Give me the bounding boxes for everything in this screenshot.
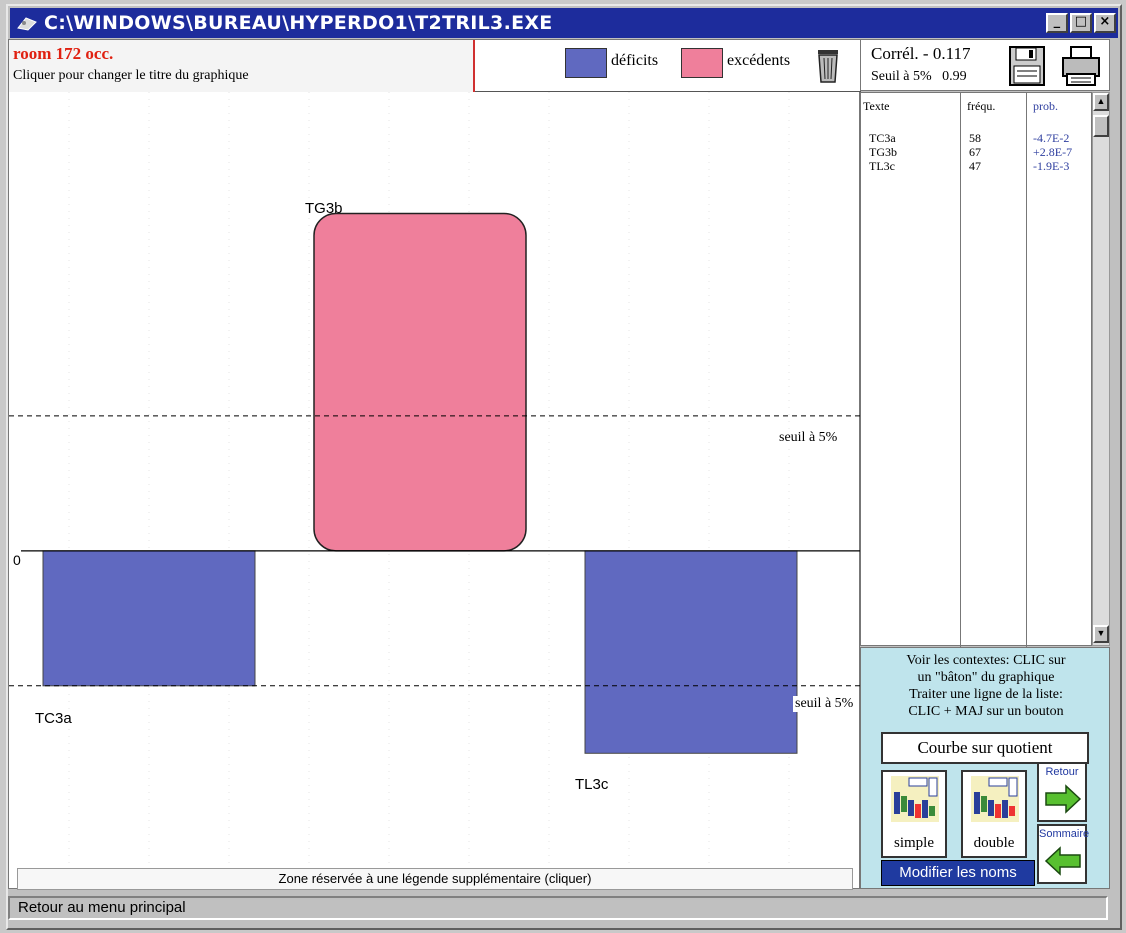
bar-chart[interactable] — [9, 92, 861, 868]
row-prob[interactable]: -1.9E-3 — [1033, 159, 1069, 174]
row-freq[interactable]: 58 — [969, 131, 981, 146]
chart-header: room 172 occ. Cliquer pour changer le ti… — [9, 40, 861, 92]
room-count: room 172 occ. — [13, 44, 114, 63]
legend-swatch-deficits — [565, 48, 607, 78]
title-bar: C:\WINDOWS\BUREAU\HYPERDO1\T2TRIL3.EXE _… — [10, 8, 1118, 38]
correlation-box: Corrél. - 0.117 Seuil à 5% 0.99 — [860, 39, 1110, 91]
seuil-value: 0.99 — [942, 69, 967, 84]
col-frequ — [961, 93, 1027, 647]
scroll-up-arrow-icon[interactable]: ▲ — [1093, 93, 1109, 111]
chart-title-box[interactable]: room 172 occ. Cliquer pour changer le ti… — [9, 40, 475, 92]
app-icon — [17, 17, 37, 31]
arrow-left-icon — [1044, 846, 1081, 876]
zero-label: 0 — [13, 552, 21, 568]
bar-label-tl3c: TL3c — [575, 776, 609, 793]
help-line: un "bâton" du graphique — [917, 670, 1055, 685]
row-freq[interactable]: 47 — [969, 159, 981, 174]
printer-icon[interactable] — [1061, 46, 1101, 86]
header-texte: Texte — [863, 99, 890, 113]
trash-icon[interactable] — [815, 46, 841, 84]
legend-zone[interactable]: Zone réservée à une légende supplémentai… — [17, 868, 853, 890]
row-texte[interactable]: TL3c — [869, 159, 895, 174]
bar-tc3a[interactable] — [42, 550, 256, 687]
double-chart-icon — [971, 776, 1019, 822]
status-bar[interactable]: Retour au menu principal — [8, 896, 1108, 920]
simple-label: simple — [894, 835, 934, 851]
courbe-quotient-button[interactable]: Courbe sur quotient — [881, 732, 1089, 764]
help-line: CLIC + MAJ sur un bouton — [908, 704, 1064, 719]
maximize-button[interactable]: □ — [1070, 13, 1092, 33]
retour-button[interactable]: Retour — [1037, 762, 1087, 822]
bar-label-tc3a: TC3a — [35, 710, 72, 727]
floppy-disk-icon[interactable] — [1009, 46, 1045, 86]
correlation-value: Corrél. - 0.117 — [871, 44, 971, 63]
row-texte[interactable]: TG3b — [869, 145, 897, 160]
row-prob[interactable]: +2.8E-7 — [1033, 145, 1072, 160]
help-text: Voir les contextes: CLIC sur un "bâton" … — [867, 652, 1105, 720]
chart-title-hint: Cliquer pour changer le titre du graphiq… — [13, 68, 249, 83]
legend-label-excedents: excédents — [727, 52, 791, 69]
retour-label: Retour — [1045, 766, 1079, 778]
bar-tg3b[interactable] — [313, 212, 527, 552]
results-list[interactable]: Texte fréqu. prob. TC3a 58 -4.7E-2 TG3b … — [860, 92, 1092, 647]
control-panel: Voir les contextes: CLIC sur un "bâton" … — [860, 647, 1110, 889]
chart-area[interactable]: room 172 occ. Cliquer pour changer le ti… — [8, 39, 861, 890]
double-button[interactable]: double — [961, 770, 1027, 858]
seuil-text: Seuil à 5% 0.99 — [871, 69, 967, 85]
scroll-thumb[interactable] — [1093, 115, 1109, 137]
bar-tl3c[interactable] — [584, 550, 798, 754]
row-texte[interactable]: TC3a — [869, 131, 896, 146]
legend-label-deficits: déficits — [611, 52, 659, 69]
simple-button[interactable]: simple — [881, 770, 947, 858]
arrow-right-icon — [1045, 784, 1082, 814]
scroll-down-arrow-icon[interactable]: ▼ — [1093, 625, 1109, 643]
double-label: double — [973, 835, 1015, 851]
legend-swatch-excedents — [681, 48, 723, 78]
minimize-button[interactable]: _ — [1046, 13, 1068, 33]
seuil-label: Seuil à 5% — [871, 69, 932, 84]
row-freq[interactable]: 67 — [969, 145, 981, 160]
header-prob: prob. — [1033, 99, 1058, 113]
threshold-label-upper: seuil à 5% — [777, 430, 840, 446]
list-scrollbar[interactable]: ▲ ▼ — [1092, 92, 1110, 646]
sommaire-button[interactable]: Sommaire — [1037, 824, 1090, 884]
bar-label-tg3b: TG3b — [305, 200, 343, 217]
window-title: C:\WINDOWS\BUREAU\HYPERDO1\T2TRIL3.EXE — [44, 12, 553, 34]
row-prob[interactable]: -4.7E-2 — [1033, 131, 1069, 146]
modifier-noms-button[interactable]: Modifier les noms — [881, 860, 1035, 886]
col-texte — [861, 93, 961, 647]
help-line: Traiter une ligne de la liste: — [909, 687, 1063, 702]
help-line: Voir les contextes: CLIC sur — [906, 653, 1066, 668]
header-frequ: fréqu. — [967, 99, 996, 113]
close-button[interactable]: × — [1094, 13, 1116, 33]
right-panel: Corrél. - 0.117 Seuil à 5% 0.99 Texte fr… — [860, 39, 1110, 889]
sommaire-label: Sommaire — [1039, 828, 1090, 840]
simple-chart-icon — [891, 776, 939, 822]
threshold-label-lower: seuil à 5% — [793, 696, 859, 712]
